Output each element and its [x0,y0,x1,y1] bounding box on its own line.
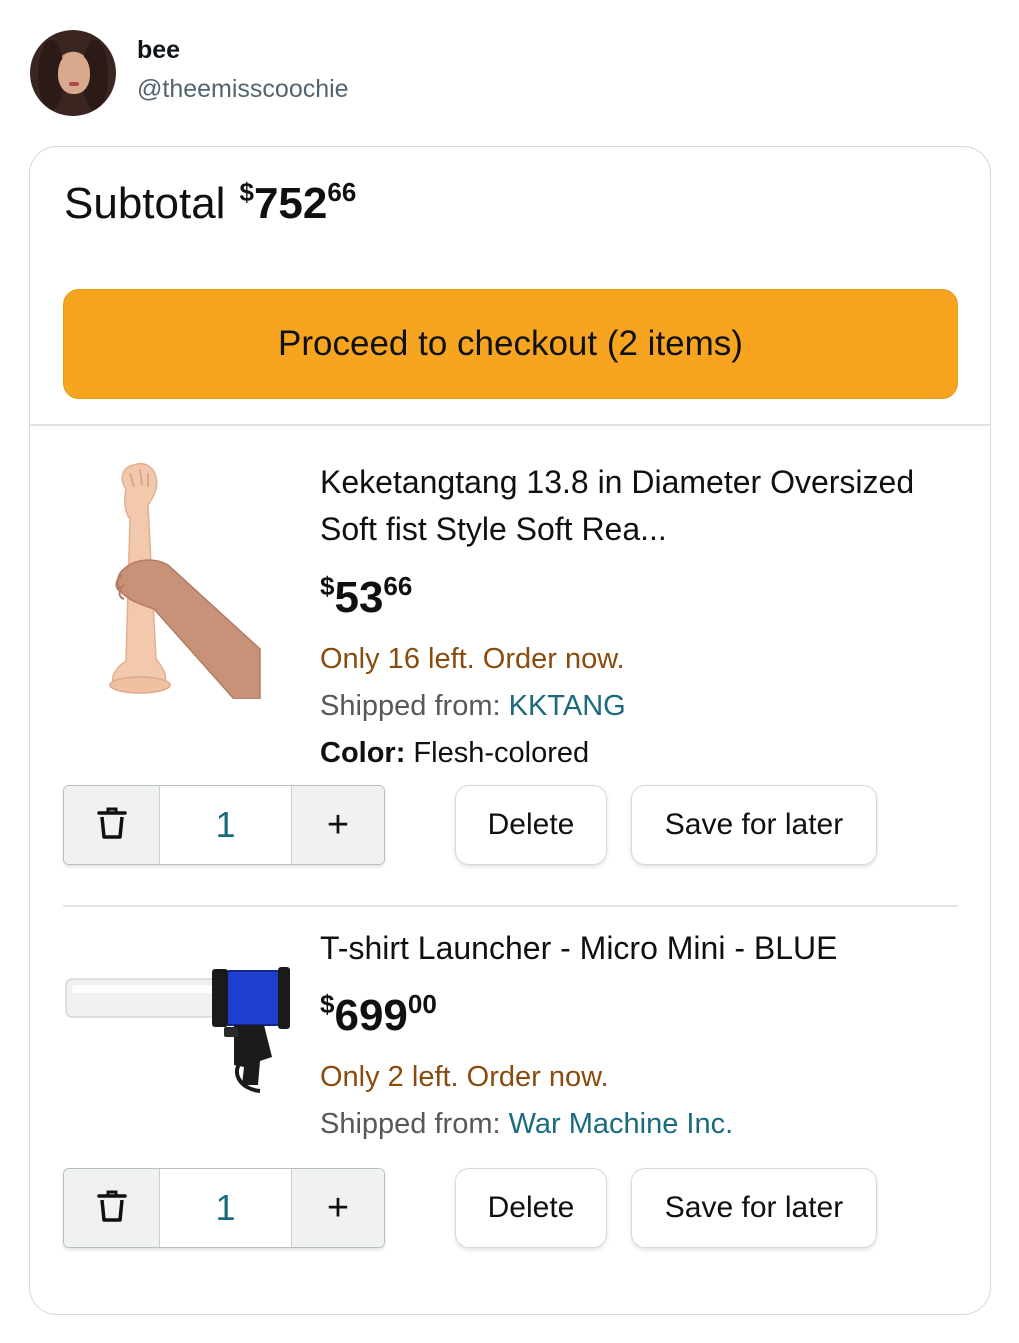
decrease-quantity-button[interactable] [64,1169,160,1247]
subtotal-cents: 66 [327,177,357,207]
proceed-to-checkout-button[interactable]: Proceed to checkout (2 items) [63,289,958,399]
product-color: Color: Flesh-colored [320,737,589,770]
increase-quantity-button[interactable]: + [291,1169,384,1247]
price-amount: 699 [334,991,408,1040]
shipped-from: Shipped from: KKTANG [320,690,626,723]
shipped-from: Shipped from: War Machine Inc. [320,1108,733,1141]
quantity-value: 1 [160,1169,291,1247]
quantity-value: 1 [160,786,291,864]
delete-button[interactable]: Delete [455,785,607,865]
color-value: Flesh-colored [405,737,590,769]
decrease-quantity-button[interactable] [64,786,160,864]
product-price: $69900 [320,989,437,1041]
display-name[interactable]: bee [137,36,180,65]
product-image[interactable] [64,957,294,1197]
price-currency: $ [320,989,335,1019]
product-title[interactable]: T-shirt Launcher - Micro Mini - BLUE [320,925,940,972]
subtotal-amount: 752 [253,179,328,228]
increase-quantity-button[interactable]: + [291,786,384,864]
quantity-stepper: 1 + [63,1168,385,1248]
product-title[interactable]: Keketangtang 13.8 in Diameter Oversized … [320,459,940,553]
avatar[interactable] [30,30,116,116]
stock-status: Only 16 left. Order now. [320,643,625,675]
price-cents: 00 [407,989,437,1019]
seller-link[interactable]: KKTANG [509,690,626,722]
shipped-from-label: Shipped from: [320,1108,509,1140]
shipped-from-label: Shipped from: [320,690,509,722]
save-for-later-button[interactable]: Save for later [631,785,877,865]
plus-icon: + [326,803,350,846]
seller-link[interactable]: War Machine Inc. [509,1108,734,1140]
price-cents: 66 [383,571,413,601]
stock-status: Only 2 left. Order now. [320,1061,609,1093]
price-currency: $ [320,571,335,601]
divider [63,905,958,907]
trash-icon [94,805,130,846]
product-image[interactable] [64,459,294,700]
trash-icon [94,1188,130,1229]
divider [30,424,990,426]
save-for-later-button[interactable]: Save for later [631,1168,877,1248]
subtotal: Subtotal $75266 [64,177,356,229]
price-amount: 53 [334,573,384,622]
subtotal-label: Subtotal [64,179,226,228]
quantity-stepper: 1 + [63,785,385,865]
user-handle[interactable]: @theemisscoochie [137,75,349,104]
cart-screenshot-card: Subtotal $75266 Proceed to checkout (2 it… [29,146,991,1315]
tweet-header: bee @theemisscoochie [30,28,930,118]
subtotal-currency: $ [239,177,254,207]
delete-button[interactable]: Delete [455,1168,607,1248]
color-label: Color: [320,737,406,769]
plus-icon: + [326,1186,350,1229]
product-price: $5366 [320,571,412,623]
